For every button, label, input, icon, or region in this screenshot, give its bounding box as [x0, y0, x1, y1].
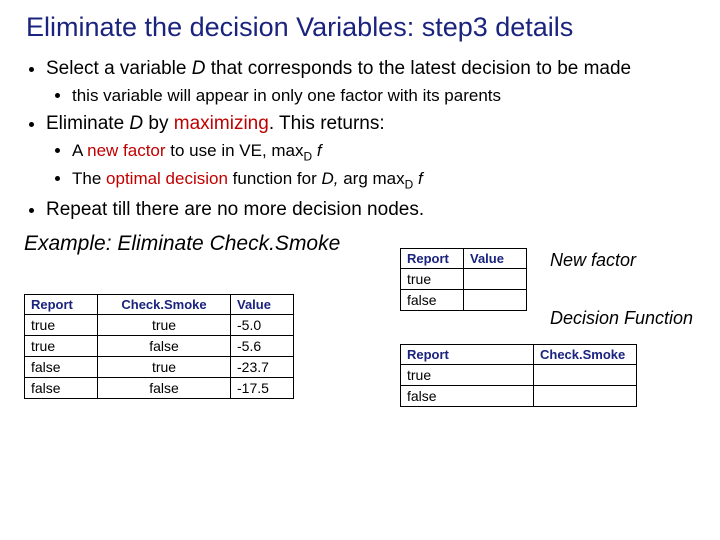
page-title: Eliminate the decision Variables: step3 … — [26, 12, 700, 43]
bullet-select-sub: this variable will appear in only one fa… — [72, 85, 700, 106]
table-newfactor: ReportValue true false — [400, 248, 527, 311]
bullet-select: Select a variable D that corresponds to … — [46, 57, 700, 106]
bullet-newfactor: A new factor to use in VE, maxD f — [72, 140, 700, 164]
bullet-optdec: The optimal decision function for D, arg… — [72, 168, 700, 192]
bullet-list: Select a variable D that corresponds to … — [20, 57, 700, 222]
bullet-repeat: Repeat till there are no more decision n… — [46, 198, 700, 222]
table-original: ReportCheck.SmokeValue truetrue-5.0 true… — [24, 294, 294, 399]
table-decisionfunction: ReportCheck.Smoke true false — [400, 344, 637, 407]
bullet-eliminate: Eliminate D by maximizing. This returns:… — [46, 112, 700, 192]
label-newfactor: New factor — [550, 250, 636, 271]
label-decisionfunction: Decision Function — [550, 308, 693, 329]
